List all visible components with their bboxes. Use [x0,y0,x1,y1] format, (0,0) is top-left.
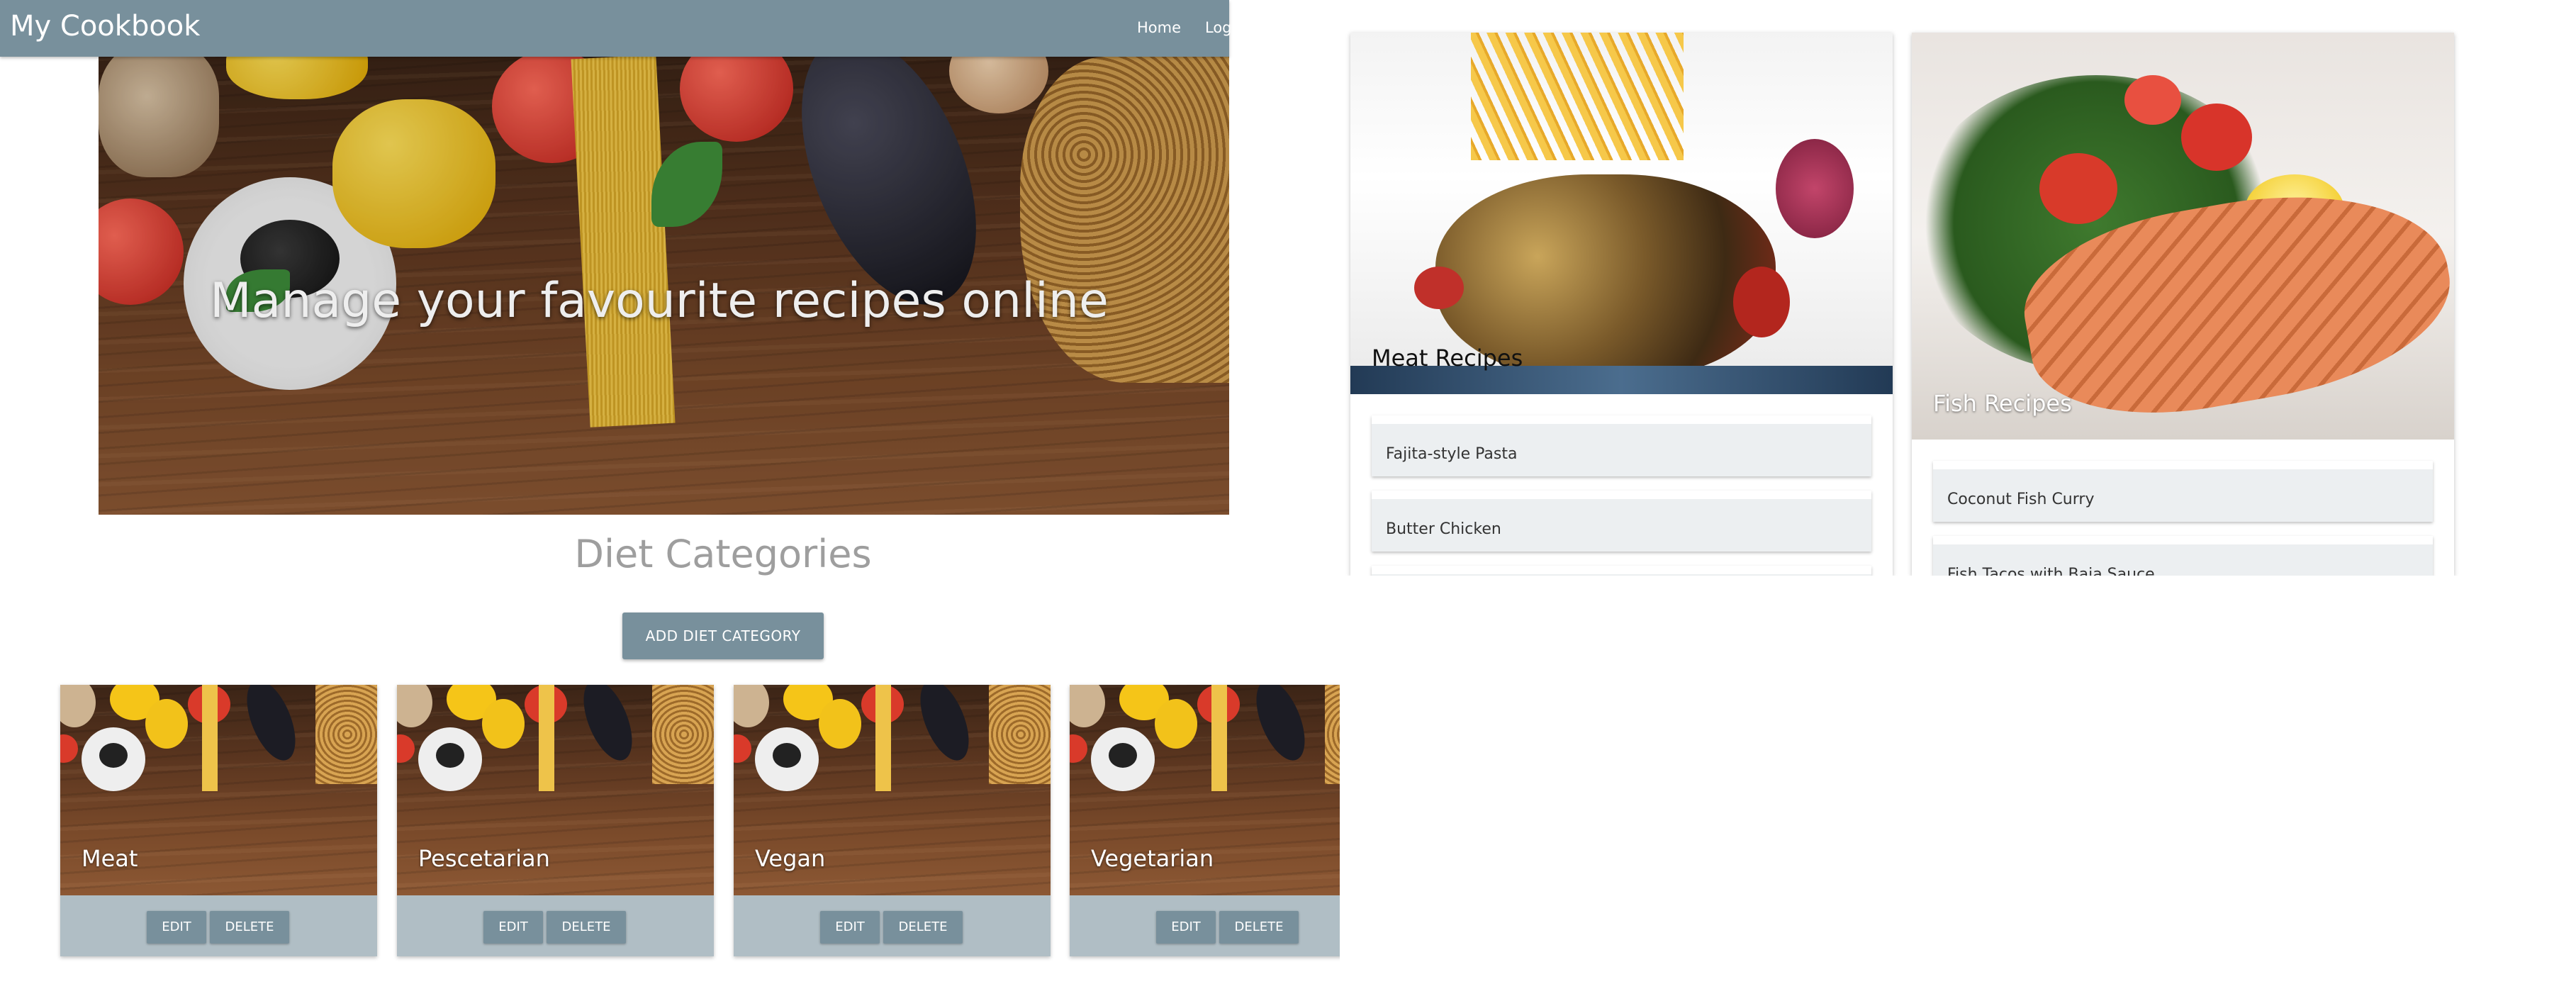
delete-button[interactable]: DELETE [883,911,963,944]
category-title: Vegetarian [1091,845,1214,872]
category-title: Meat [82,845,138,872]
recipe-card-meat: Meat Recipes Fajita-style Pasta Butter C… [1350,33,1893,576]
recipe-card-title: Meat Recipes [1372,345,1523,371]
recipe-card-fish: Fish Recipes Coconut Fish Curry Fish Tac… [1912,33,2454,576]
category-actions: EDIT DELETE [734,895,1051,956]
recipe-name: Coconut Fish Curry [1947,491,2095,508]
edit-button[interactable]: EDIT [1156,911,1216,944]
hero-banner: Manage your favourite recipes online [99,57,1229,515]
category-title: Pescetarian [418,845,550,872]
delete-button[interactable]: DELETE [210,911,289,944]
recipe-image [1912,33,2454,440]
recipe-list-item[interactable]: Coconut Fish Curry [1933,461,2433,522]
diet-category-card-pescetarian: Pescetarian EDIT DELETE [397,685,714,956]
category-actions: EDIT DELETE [397,895,714,956]
recipe-name: Fish Tacos with Baja Sauce [1947,566,2155,576]
edit-button[interactable]: EDIT [820,911,880,944]
delete-button[interactable]: DELETE [547,911,626,944]
diet-category-card-vegan: Vegan EDIT DELETE [734,685,1051,956]
add-diet-category-button[interactable]: ADD DIET CATEGORY [622,613,824,659]
cookbook-home-page: My Cookbook Home Log Manage your favouri… [0,0,1387,1001]
edit-button[interactable]: EDIT [483,911,543,944]
brand-logo[interactable]: My Cookbook [10,10,200,43]
diet-categories-heading: Diet Categories [574,532,872,576]
recipe-image [1350,33,1893,394]
recipe-list-item[interactable]: Fajita-style Pasta [1372,415,1871,476]
delete-button[interactable]: DELETE [1219,911,1299,944]
hero-title: Manage your favourite recipes online [210,273,1109,329]
beet-slaw-image [1776,139,1854,238]
recipe-name: Butter Chicken [1386,520,1501,538]
nav-link-log[interactable]: Log [1205,19,1232,36]
diet-category-card-meat: Meat EDIT DELETE [60,685,377,956]
diet-category-card-vegetarian: Vegetarian EDIT DELETE [1070,685,1387,956]
recipe-list-item[interactable] [1372,566,1871,576]
recipe-name: Fajita-style Pasta [1386,445,1518,463]
category-title: Vegan [755,845,826,872]
edit-button[interactable]: EDIT [147,911,206,944]
navbar: My Cookbook Home Log [0,0,1232,57]
fries-image [1471,33,1684,160]
recipe-card-title: Fish Recipes [1933,390,2072,417]
recipe-list-item[interactable]: Butter Chicken [1372,491,1871,552]
page-background [1340,576,2576,1001]
category-actions: EDIT DELETE [60,895,377,956]
recipe-list-item[interactable]: Fish Tacos with Baja Sauce [1933,536,2433,576]
category-actions: EDIT DELETE [1070,895,1387,956]
nav-link-home[interactable]: Home [1137,19,1181,36]
